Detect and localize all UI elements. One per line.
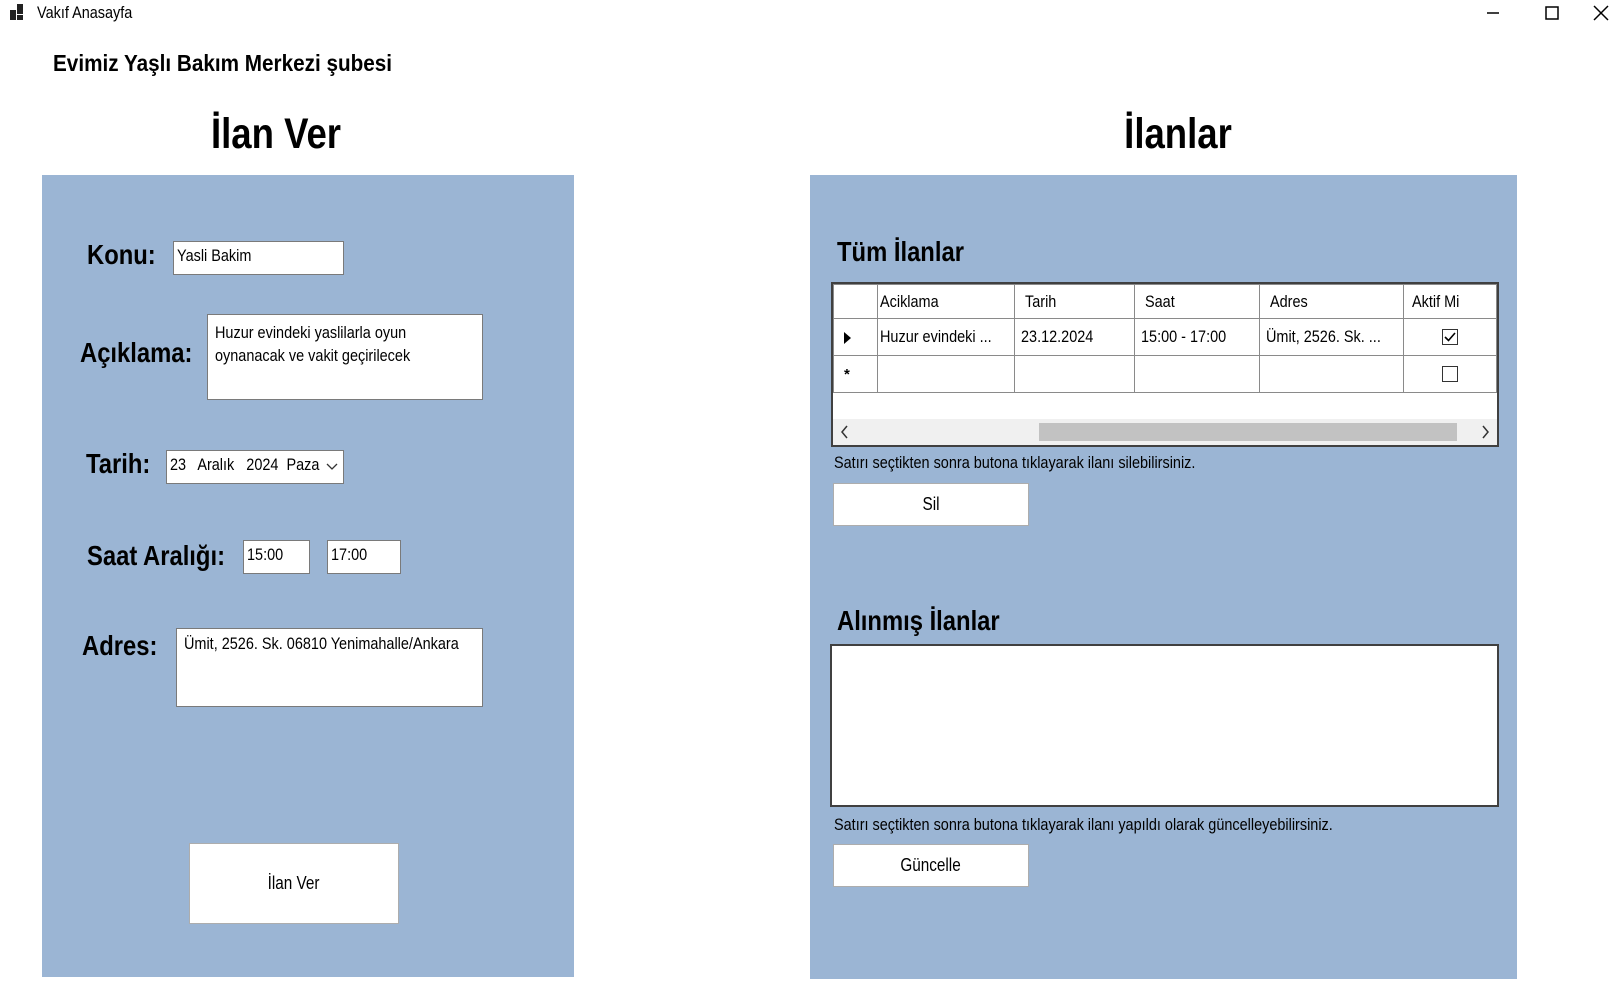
new-row[interactable]: * — [832, 355, 1497, 393]
cell-aciklama[interactable]: Huzur evindeki ... — [877, 318, 1015, 356]
adres-input[interactable]: Ümit, 2526. Sk. 06810 Yenimahalle/Ankara — [176, 628, 483, 707]
tarih-label: Tarih: — [86, 448, 151, 479]
chevron-down-icon — [326, 463, 338, 470]
app-icon — [10, 4, 26, 20]
column-header-adres[interactable]: Adres — [1258, 284, 1405, 319]
horizontal-scrollbar[interactable] — [833, 419, 1497, 445]
new-row-header[interactable]: * — [832, 355, 879, 393]
column-header-aciklama[interactable]: Aciklama — [877, 284, 1015, 319]
saat-end-input[interactable]: 17:00 — [327, 540, 401, 574]
tum-ilanlar-label: Tüm İlanlar — [837, 236, 964, 267]
new-cell-saat[interactable] — [1134, 355, 1260, 393]
scroll-left-icon[interactable] — [839, 425, 851, 439]
new-aktif-checkbox[interactable] — [1442, 366, 1459, 382]
alinmis-ilanlar-grid[interactable] — [830, 644, 1499, 807]
konu-label: Konu: — [87, 239, 156, 270]
aciklama-input[interactable]: Huzur evindeki yaslilarla oyun oynanacak… — [207, 314, 483, 400]
cell-aktif[interactable] — [1403, 318, 1497, 356]
grid-header-row: Aciklama Tarih Saat Adres Aktif Mi — [832, 284, 1497, 319]
sil-hint: Satırı seçtikten sonra butona tıklayarak… — [834, 453, 1196, 472]
column-header-tarih[interactable]: Tarih — [1013, 284, 1136, 319]
konu-input[interactable]: Yasli Bakim — [173, 241, 344, 275]
new-cell-aktif[interactable] — [1403, 355, 1497, 393]
row-header[interactable] — [832, 318, 879, 356]
table-row[interactable]: Huzur evindeki ... 23.12.2024 15:00 - 17… — [832, 318, 1497, 356]
branch-name: Evimiz Yaşlı Bakım Merkezi şubesi — [53, 50, 393, 76]
row-header-corner — [832, 284, 879, 319]
aktif-checkbox[interactable] — [1442, 329, 1459, 345]
cell-adres[interactable]: Ümit, 2526. Sk. ... — [1258, 318, 1405, 356]
cell-saat[interactable]: 15:00 - 17:00 — [1134, 318, 1260, 356]
close-button[interactable] — [1583, 0, 1619, 26]
window-title: Vakıf Anasayfa — [37, 3, 133, 22]
new-cell-adres[interactable] — [1258, 355, 1405, 393]
checkmark-icon — [1444, 332, 1456, 342]
saat-start-input[interactable]: 15:00 — [243, 540, 310, 574]
scrollbar-thumb[interactable] — [1039, 423, 1457, 441]
ilan-ver-button[interactable]: İlan Ver — [189, 843, 399, 924]
tarih-date-picker[interactable]: 23 Aralık 2024 Paza — [166, 450, 344, 484]
scroll-right-icon[interactable] — [1479, 425, 1491, 439]
column-header-saat[interactable]: Saat — [1134, 284, 1260, 319]
maximize-button[interactable] — [1529, 0, 1575, 26]
aciklama-label: Açıklama: — [80, 337, 193, 368]
title-bar: Vakıf Anasayfa — [0, 0, 1619, 28]
guncelle-button[interactable]: Güncelle — [833, 844, 1029, 887]
sil-button[interactable]: Sil — [833, 483, 1029, 526]
tum-ilanlar-grid[interactable]: Aciklama Tarih Saat Adres Aktif Mi Huzur… — [831, 282, 1499, 447]
saat-araligi-label: Saat Aralığı: — [87, 540, 225, 571]
column-header-aktif-mi[interactable]: Aktif Mi — [1403, 284, 1497, 319]
cell-tarih[interactable]: 23.12.2024 — [1013, 318, 1136, 356]
new-cell-tarih[interactable] — [1013, 355, 1136, 393]
guncelle-hint: Satırı seçtikten sonra butona tıklayarak… — [834, 815, 1333, 834]
alinmis-ilanlar-label: Alınmış İlanlar — [837, 605, 1000, 636]
adres-label: Adres: — [82, 630, 158, 661]
new-cell-aciklama[interactable] — [877, 355, 1015, 393]
minimize-button[interactable] — [1470, 0, 1516, 26]
current-row-arrow-icon — [844, 331, 851, 344]
